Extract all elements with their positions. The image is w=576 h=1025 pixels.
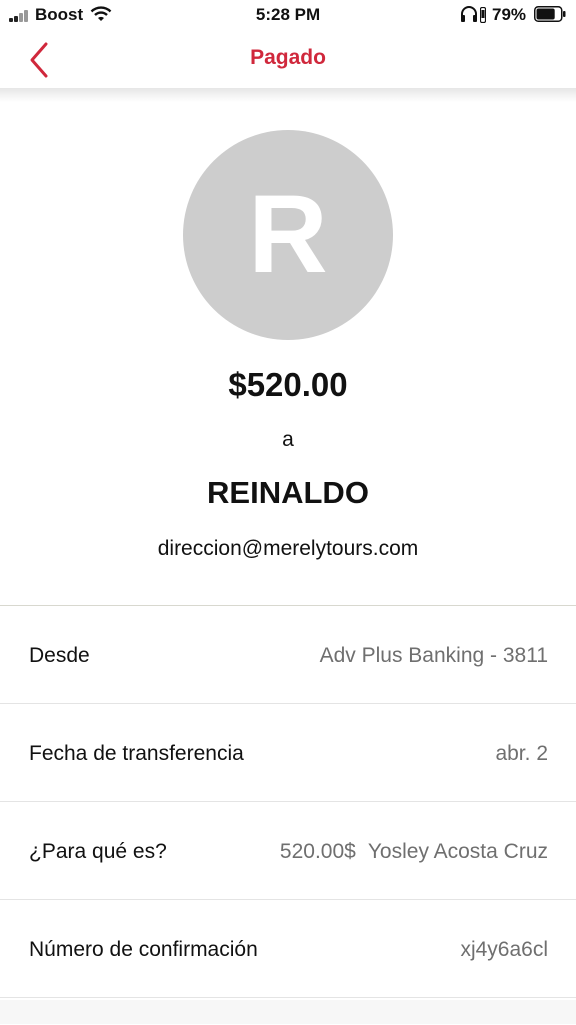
status-time: 5:28 PM — [255, 5, 321, 24]
bottom-area — [0, 1000, 576, 1024]
details-list: Desde Adv Plus Banking - 3811 Fecha de t… — [0, 605, 576, 1025]
connector-text: a — [282, 428, 294, 451]
detail-value: 520.00$ Yosley Acosta Cruz — [280, 840, 548, 864]
detail-label: Desde — [29, 644, 90, 667]
avatar: R — [183, 130, 393, 340]
memo-name: Yosley Acosta Cruz — [367, 840, 548, 863]
battery-icon — [534, 6, 566, 22]
detail-value: xj4y6a6cl — [460, 938, 548, 961]
page-title: Pagado — [250, 46, 326, 69]
detail-row-confirmation: Número de confirmación xj4y6a6cl — [0, 900, 576, 998]
detail-label: Número de confirmación — [29, 938, 258, 961]
detail-value: abr. 2 — [495, 742, 548, 765]
payment-amount: $520.00 — [228, 366, 348, 403]
status-bar: Boost 5:28 PM 79% — [0, 0, 576, 30]
detail-row-memo: ¿Para qué es? 520.00$ Yosley Acosta Cruz — [0, 802, 576, 900]
headphones-icon — [461, 6, 477, 22]
detail-row-from: Desde Adv Plus Banking - 3811 — [0, 606, 576, 704]
detail-row-date: Fecha de transferencia abr. 2 — [0, 704, 576, 802]
navigation-bar: Pagado — [0, 30, 576, 90]
avatar-initial: R — [248, 173, 328, 296]
detail-value: Adv Plus Banking - 3811 — [319, 644, 548, 667]
detail-label: ¿Para qué es? — [29, 840, 167, 863]
recipient-name: REINALDO — [207, 475, 369, 510]
nav-shadow — [0, 88, 576, 102]
recipient-email: direccion@merelytours.com — [157, 537, 419, 560]
battery-percentage: 79% — [492, 5, 527, 24]
memo-amount: 520.00$ — [279, 840, 356, 863]
orientation-lock-icon — [480, 7, 486, 23]
detail-label: Fecha de transferencia — [29, 742, 244, 765]
